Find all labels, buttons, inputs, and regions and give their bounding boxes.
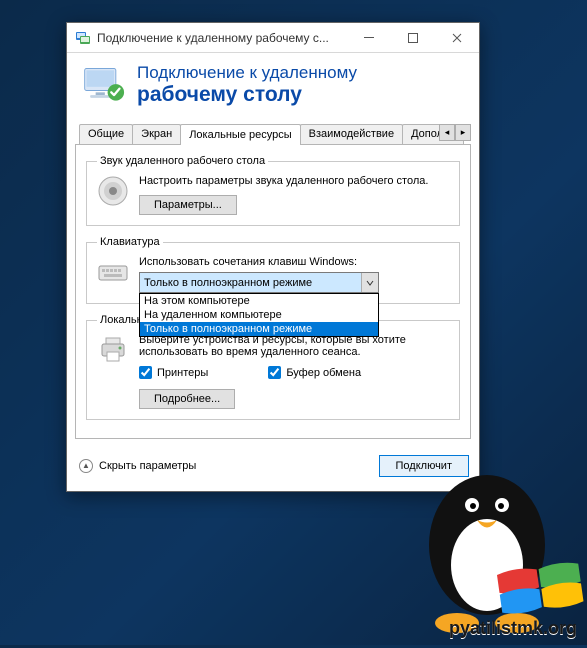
keyboard-option-fullscreen[interactable]: Только в полноэкранном режиме	[140, 322, 378, 336]
rdp-app-icon	[75, 30, 91, 46]
maximize-button[interactable]	[391, 23, 435, 53]
keyboard-dropdown: На этом компьютере На удаленном компьюте…	[139, 293, 379, 337]
tab-experience[interactable]: Взаимодействие	[300, 124, 403, 144]
chevron-down-icon	[361, 273, 378, 292]
printers-checkbox-input[interactable]	[139, 366, 152, 379]
connect-button[interactable]: Подключит	[379, 455, 469, 477]
banner-line2: рабочему столу	[137, 83, 357, 107]
keyboard-option-remote[interactable]: На удаленном компьютере	[140, 308, 378, 322]
remote-audio-desc: Настроить параметры звука удаленного раб…	[139, 175, 449, 187]
tab-scroll-left[interactable]: ◂	[439, 124, 455, 141]
titlebar: Подключение к удаленному рабочему с...	[67, 23, 479, 53]
hide-options-link[interactable]: ▲ Скрыть параметры	[79, 459, 196, 473]
rdp-banner-icon	[81, 63, 125, 107]
tabstrip: Общие Экран Локальные ресурсы Взаимодейс…	[75, 121, 471, 145]
group-keyboard: Клавиатура Использовать сочетания клавиш…	[86, 236, 460, 304]
keyboard-icon	[97, 256, 129, 288]
keyboard-option-local[interactable]: На этом компьютере	[140, 294, 378, 308]
audio-settings-button[interactable]: Параметры...	[139, 195, 237, 215]
banner-text: Подключение к удаленному рабочему столу	[137, 63, 357, 107]
keyboard-desc: Использовать сочетания клавиш Windows:	[139, 256, 449, 268]
close-button[interactable]	[435, 23, 479, 53]
local-devices-desc: Выберите устройства и ресурсы, которые в…	[139, 334, 449, 358]
tab-display[interactable]: Экран	[132, 124, 181, 144]
banner: Подключение к удаленному рабочему столу	[67, 53, 479, 121]
minimize-button[interactable]	[347, 23, 391, 53]
banner-line1: Подключение к удаленному	[137, 63, 357, 83]
hide-options-label: Скрыть параметры	[99, 460, 196, 472]
collapse-icon: ▲	[79, 459, 93, 473]
printer-icon	[97, 334, 129, 366]
group-remote-audio-legend: Звук удаленного рабочего стола	[97, 155, 268, 167]
watermark-text: pyatilistmk.org	[449, 618, 577, 639]
tab-general[interactable]: Общие	[79, 124, 133, 144]
clipboard-label: Буфер обмена	[286, 367, 361, 379]
window-title: Подключение к удаленному рабочему с...	[97, 31, 347, 45]
speaker-icon	[97, 175, 129, 207]
tab-local-resources[interactable]: Локальные ресурсы	[180, 124, 300, 145]
printers-label: Принтеры	[157, 367, 208, 379]
tab-scroll-right[interactable]: ▸	[455, 124, 471, 141]
printers-checkbox[interactable]: Принтеры	[139, 366, 208, 379]
keyboard-combo[interactable]: Только в полноэкранном режиме На этом ко…	[139, 272, 379, 293]
tab-scroll: ◂ ▸	[439, 124, 471, 141]
dialog-footer: ▲ Скрыть параметры Подключит	[67, 447, 479, 491]
group-remote-audio: Звук удаленного рабочего стола Настроить…	[86, 155, 460, 226]
rdp-dialog: Подключение к удаленному рабочему с... П…	[66, 22, 480, 492]
more-devices-button[interactable]: Подробнее...	[139, 389, 235, 409]
tabpage-local-resources: Звук удаленного рабочего стола Настроить…	[75, 145, 471, 439]
keyboard-combo-value: Только в полноэкранном режиме	[140, 273, 361, 292]
clipboard-checkbox-input[interactable]	[268, 366, 281, 379]
clipboard-checkbox[interactable]: Буфер обмена	[268, 366, 361, 379]
group-keyboard-legend: Клавиатура	[97, 236, 163, 248]
